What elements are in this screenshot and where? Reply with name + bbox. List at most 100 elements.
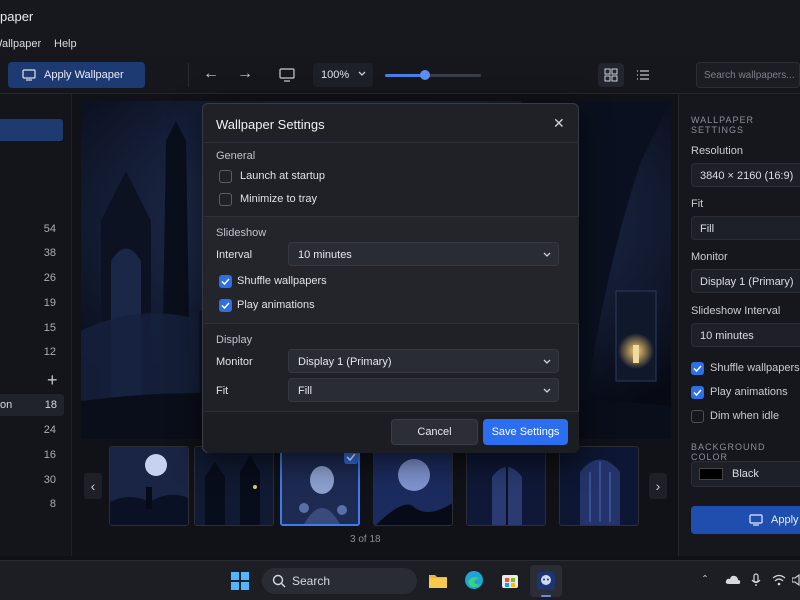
- forward-arrow-icon[interactable]: →: [237, 65, 253, 83]
- resolution-label: Resolution: [691, 145, 743, 157]
- thumbnail[interactable]: [466, 446, 546, 526]
- fit-select[interactable]: Fill: [691, 216, 800, 240]
- save-settings-button[interactable]: Save Settings: [483, 419, 568, 445]
- sidebar-count: 26: [43, 272, 56, 284]
- right-settings-panel: WALLPAPER SETTINGS Resolution 3840 × 216…: [678, 94, 800, 556]
- zoom-slider-knob[interactable]: [420, 70, 431, 80]
- thumbnail[interactable]: [109, 446, 189, 526]
- monitor-value: Display 1 (Primary): [298, 356, 392, 368]
- pager-text: 3 of 18: [350, 534, 381, 545]
- thumbnail[interactable]: [373, 446, 453, 526]
- grid-view-button[interactable]: [598, 63, 624, 87]
- monitor-select[interactable]: Display 1 (Primary): [691, 269, 800, 293]
- monitor-select[interactable]: Display 1 (Primary): [288, 349, 559, 373]
- file-explorer-icon[interactable]: [428, 571, 448, 589]
- shuffle-label: Shuffle wallpapers: [710, 362, 800, 374]
- animations-checkbox[interactable]: [219, 299, 232, 312]
- display-icon[interactable]: [279, 68, 295, 82]
- monitor-label: Monitor: [691, 251, 728, 263]
- speaker-icon[interactable]: [792, 574, 800, 586]
- monitor-label: Monitor: [216, 356, 253, 368]
- chevron-down-icon: [543, 388, 551, 393]
- wallpaper-app-icon: [537, 572, 555, 590]
- menu-wallpaper[interactable]: Wallpaper: [0, 38, 41, 50]
- zoom-select[interactable]: 100%: [313, 63, 373, 87]
- taskbar-search[interactable]: Search: [262, 568, 417, 594]
- prev-thumb-button[interactable]: ‹: [84, 473, 102, 499]
- shuffle-checkbox[interactable]: [691, 362, 704, 375]
- active-app-indicator: [541, 595, 551, 597]
- animations-label: Play animations: [710, 386, 788, 398]
- store-icon[interactable]: [500, 570, 520, 590]
- sidebar-count: 30: [43, 474, 56, 486]
- apply-wallpaper-button[interactable]: Apply Wallpaper: [8, 62, 145, 88]
- cancel-button[interactable]: Cancel: [391, 419, 478, 445]
- add-collection-icon[interactable]: +: [47, 370, 58, 391]
- bg-color-heading: BACKGROUND COLOR: [691, 442, 766, 462]
- apply-wallpaper-label: Apply Wallpaper: [44, 69, 124, 81]
- sidebar-count: 19: [43, 297, 56, 309]
- next-thumb-button[interactable]: ›: [649, 473, 667, 499]
- dim-checkbox[interactable]: [691, 410, 704, 423]
- sidebar-count: 38: [43, 247, 56, 259]
- section-slideshow: Slideshow: [216, 227, 267, 239]
- section-general: General: [216, 150, 256, 162]
- sidebar-count: 24: [43, 424, 56, 436]
- zoom-value: 100%: [321, 69, 350, 81]
- minimize-tray-checkbox[interactable]: [219, 193, 232, 206]
- color-swatch: [699, 468, 723, 480]
- sidebar-count: 15: [43, 322, 56, 334]
- minimize-tray-label: Minimize to tray: [240, 193, 318, 205]
- wallpaper-app-taskbar-button[interactable]: [530, 565, 562, 597]
- thumbnail-selected[interactable]: [280, 446, 360, 526]
- fit-label: Fit: [216, 385, 229, 397]
- shuffle-checkbox[interactable]: [219, 275, 232, 288]
- search-input[interactable]: Search wallpapers...: [696, 62, 800, 88]
- launch-startup-label: Launch at startup: [240, 170, 326, 182]
- wifi-icon[interactable]: [772, 573, 786, 587]
- sidebar-item-active[interactable]: on 18: [0, 394, 64, 416]
- thumbnail[interactable]: [194, 446, 274, 526]
- thumbnail-strip: ‹ ›: [81, 446, 671, 528]
- list-icon: [637, 70, 649, 80]
- resolution-select[interactable]: 3840 × 2160 (16:9): [691, 163, 800, 187]
- monitor-icon: [22, 69, 36, 81]
- window-title: paper: [0, 9, 34, 24]
- toolbar-divider: [188, 63, 189, 87]
- thumbnail-image: [560, 447, 638, 525]
- animations-checkbox[interactable]: [691, 386, 704, 399]
- interval-label: Interval: [216, 249, 253, 261]
- menu-help[interactable]: Help: [54, 38, 77, 50]
- animations-label: Play animations: [237, 299, 315, 311]
- check-icon: [221, 278, 230, 286]
- interval-select[interactable]: 10 minutes: [691, 323, 800, 347]
- dialog-footer: Cancel Save Settings: [204, 411, 579, 453]
- zoom-slider[interactable]: [385, 70, 481, 80]
- taskbar-search-label: Search: [292, 574, 331, 588]
- chevron-down-icon: [358, 71, 366, 76]
- fit-select[interactable]: Fill: [288, 378, 559, 402]
- sidebar-count: 16: [43, 449, 56, 461]
- edge-browser-icon[interactable]: [464, 570, 484, 590]
- windows-start-icon[interactable]: [230, 571, 250, 591]
- cloud-icon[interactable]: [725, 575, 741, 585]
- interval-value: 10 minutes: [298, 249, 352, 261]
- chevron-down-icon: [543, 252, 551, 257]
- sidebar-count: 12: [43, 346, 56, 358]
- bg-color-value: Black: [732, 468, 759, 480]
- check-icon: [221, 302, 230, 310]
- apply-button[interactable]: Apply: [691, 506, 800, 534]
- close-icon[interactable]: ✕: [553, 115, 565, 132]
- thumbnail[interactable]: [559, 446, 639, 526]
- chevron-up-icon[interactable]: ˆ: [703, 573, 707, 587]
- menu-bar: Wallpaper Help: [0, 32, 800, 56]
- launch-startup-checkbox[interactable]: [219, 170, 232, 183]
- list-view-button[interactable]: [632, 63, 654, 87]
- interval-select[interactable]: 10 minutes: [288, 242, 559, 266]
- sidebar-item-selected[interactable]: [0, 119, 63, 141]
- section-display: Display: [216, 334, 253, 346]
- monitor-icon: [749, 514, 763, 526]
- check-icon: [693, 389, 702, 397]
- back-arrow-icon[interactable]: ←: [203, 65, 219, 83]
- microphone-icon[interactable]: [750, 573, 762, 587]
